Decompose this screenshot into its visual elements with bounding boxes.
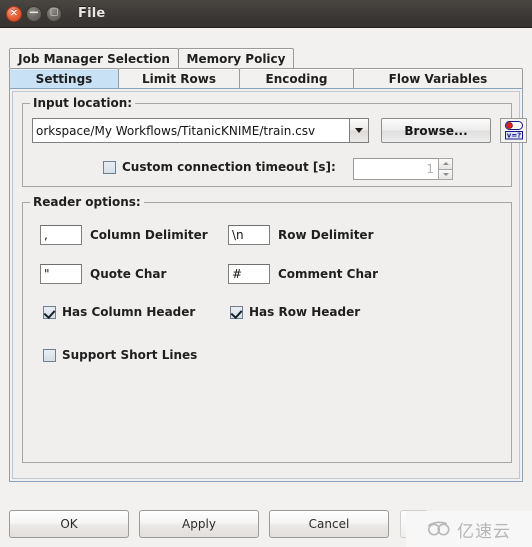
- tab-label: Settings: [35, 71, 93, 86]
- cancel-button-label: Cancel: [308, 517, 350, 531]
- spinner-up-icon[interactable]: [438, 158, 453, 170]
- has-column-header-label: Has Column Header: [62, 305, 196, 319]
- has-row-header-checkbox[interactable]: [230, 305, 243, 319]
- tab-label: Flow Variables: [388, 71, 488, 86]
- support-short-lines-row[interactable]: Support Short Lines: [43, 348, 197, 362]
- has-column-header-row[interactable]: Has Column Header: [43, 305, 195, 319]
- apply-button[interactable]: Apply: [139, 510, 259, 538]
- browse-button-label: Browse...: [404, 123, 468, 138]
- row-delimiter-input[interactable]: \n: [228, 225, 270, 245]
- tab-row-lower: Settings Limit Rows Encoding Flow Variab…: [9, 67, 523, 88]
- input-path-combobox[interactable]: orkspace/My Workflows/TitanicKNIME/train…: [32, 118, 369, 143]
- support-short-lines-checkbox[interactable]: [43, 348, 56, 362]
- reader-options-group-title: Reader options:: [30, 195, 144, 209]
- watermark: 亿速云: [406, 511, 532, 547]
- input-location-group: Input location: orkspace/My Workflows/Ti…: [22, 96, 527, 187]
- custom-timeout-value[interactable]: 1: [353, 158, 438, 180]
- window-controls: × − □: [6, 5, 62, 22]
- reader-options-group: Reader options: , Column Delimiter \n Ro…: [22, 195, 512, 463]
- ok-button[interactable]: OK: [9, 510, 129, 538]
- tab-memory-policy[interactable]: Memory Policy: [178, 48, 294, 68]
- watermark-text: 亿速云: [457, 521, 511, 542]
- has-row-header-label: Has Row Header: [249, 305, 361, 319]
- flow-variable-button[interactable]: v=?: [500, 118, 527, 143]
- row-delimiter-value: \n: [232, 228, 244, 242]
- quote-char-label: Quote Char: [90, 267, 167, 281]
- apply-button-label: Apply: [182, 517, 216, 531]
- close-glyph: ×: [9, 7, 19, 18]
- ok-button-label: OK: [60, 517, 78, 531]
- input-location-group-title: Input location:: [30, 96, 136, 110]
- custom-timeout-checkbox-row[interactable]: Custom connection timeout [s]:: [103, 160, 336, 174]
- window-title: File: [78, 6, 106, 21]
- comment-char-label: Comment Char: [278, 267, 379, 281]
- custom-timeout-checkbox[interactable]: [103, 160, 116, 174]
- custom-timeout-label: Custom connection timeout [s]:: [122, 160, 336, 174]
- input-path-field[interactable]: orkspace/My Workflows/TitanicKNIME/train…: [32, 118, 349, 143]
- custom-timeout-spinner[interactable]: 1: [353, 158, 453, 180]
- column-delimiter-label: Column Delimiter: [90, 228, 208, 242]
- tab-label: Job Manager Selection: [18, 51, 170, 66]
- tab-job-manager-selection[interactable]: Job Manager Selection: [9, 48, 179, 68]
- row-delimiter-label: Row Delimiter: [278, 228, 374, 242]
- comment-char-input[interactable]: #: [228, 264, 270, 284]
- tab-label: Memory Policy: [186, 51, 286, 66]
- flow-variable-icon: v=?: [504, 121, 523, 140]
- maximize-icon[interactable]: □: [46, 5, 62, 22]
- tab-label: Limit Rows: [141, 71, 216, 86]
- tabbed-pane: Job Manager Selection Memory Policy Sett…: [9, 47, 527, 482]
- browse-button[interactable]: Browse...: [381, 118, 491, 143]
- svg-text:v=?: v=?: [506, 132, 521, 140]
- quote-char-input[interactable]: ": [40, 264, 82, 284]
- tab-row-upper: Job Manager Selection Memory Policy: [9, 47, 523, 68]
- minimize-glyph: −: [28, 5, 40, 21]
- close-icon[interactable]: ×: [6, 5, 22, 22]
- tab-encoding[interactable]: Encoding: [239, 68, 354, 88]
- maximize-glyph: □: [49, 7, 59, 18]
- file-reader-dialog: Job Manager Selection Memory Policy Sett…: [0, 28, 532, 547]
- tab-label: Encoding: [265, 71, 328, 86]
- spinner-buttons: [438, 158, 453, 180]
- tab-limit-rows[interactable]: Limit Rows: [118, 68, 240, 88]
- has-column-header-checkbox[interactable]: [43, 305, 56, 319]
- minimize-icon[interactable]: −: [26, 5, 42, 22]
- settings-tab-panel: Input location: orkspace/My Workflows/Ti…: [9, 88, 527, 482]
- quote-char-value: ": [44, 267, 50, 281]
- spinner-down-icon[interactable]: [438, 169, 453, 180]
- has-row-header-row[interactable]: Has Row Header: [230, 305, 360, 319]
- cloud-logo-icon: [427, 521, 450, 536]
- column-delimiter-value: ,: [44, 228, 48, 242]
- window-titlebar: × − □ File: [0, 0, 532, 28]
- column-delimiter-input[interactable]: ,: [40, 225, 82, 245]
- comment-char-value: #: [232, 267, 243, 281]
- settings-tab-content: Input location: orkspace/My Workflows/Ti…: [12, 91, 527, 479]
- cancel-button[interactable]: Cancel: [269, 510, 389, 538]
- tab-settings[interactable]: Settings: [9, 68, 119, 88]
- chevron-down-icon[interactable]: [349, 118, 369, 143]
- support-short-lines-label: Support Short Lines: [62, 348, 198, 362]
- tab-flow-variables[interactable]: Flow Variables: [353, 68, 523, 88]
